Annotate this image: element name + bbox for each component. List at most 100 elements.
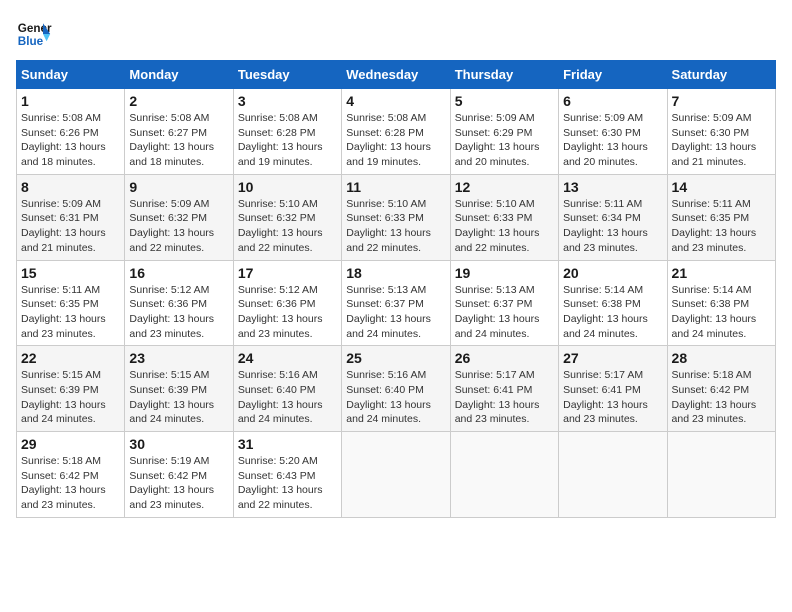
calendar-cell: 14 Sunrise: 5:11 AMSunset: 6:35 PMDayligh…: [667, 174, 775, 260]
calendar-cell: 28 Sunrise: 5:18 AMSunset: 6:42 PMDayligh…: [667, 346, 775, 432]
day-number: 12: [455, 179, 554, 195]
day-info: Sunrise: 5:18 AMSunset: 6:42 PMDaylight:…: [21, 454, 120, 513]
day-number: 27: [563, 350, 662, 366]
day-info: Sunrise: 5:11 AMSunset: 6:34 PMDaylight:…: [563, 197, 662, 256]
day-number: 3: [238, 93, 337, 109]
day-info: Sunrise: 5:08 AMSunset: 6:26 PMDaylight:…: [21, 111, 120, 170]
calendar-table: SundayMondayTuesdayWednesdayThursdayFrid…: [16, 60, 776, 518]
day-number: 21: [672, 265, 771, 281]
day-number: 29: [21, 436, 120, 452]
calendar-header-friday: Friday: [559, 61, 667, 89]
day-number: 23: [129, 350, 228, 366]
calendar-cell: 29 Sunrise: 5:18 AMSunset: 6:42 PMDayligh…: [17, 432, 125, 518]
calendar-cell: 11Sunrise: 5:10 AMSunset: 6:33 PMDayligh…: [342, 174, 450, 260]
day-info: Sunrise: 5:13 AMSunset: 6:37 PMDaylight:…: [346, 283, 445, 342]
day-info: Sunrise: 5:09 AMSunset: 6:31 PMDaylight:…: [21, 197, 120, 256]
day-info: Sunrise: 5:08 AMSunset: 6:28 PMDaylight:…: [238, 111, 337, 170]
calendar-header-row: SundayMondayTuesdayWednesdayThursdayFrid…: [17, 61, 776, 89]
calendar-cell: 13 Sunrise: 5:11 AMSunset: 6:34 PMDayligh…: [559, 174, 667, 260]
day-number: 30: [129, 436, 228, 452]
calendar-cell: 25Sunrise: 5:16 AMSunset: 6:40 PMDayligh…: [342, 346, 450, 432]
calendar-cell: 10Sunrise: 5:10 AMSunset: 6:32 PMDayligh…: [233, 174, 341, 260]
day-info: Sunrise: 5:11 AMSunset: 6:35 PMDaylight:…: [672, 197, 771, 256]
day-number: 22: [21, 350, 120, 366]
calendar-cell: 19 Sunrise: 5:13 AMSunset: 6:37 PMDayligh…: [450, 260, 558, 346]
day-info: Sunrise: 5:09 AMSunset: 6:32 PMDaylight:…: [129, 197, 228, 256]
calendar-cell: [450, 432, 558, 518]
calendar-cell: 21 Sunrise: 5:14 AMSunset: 6:38 PMDayligh…: [667, 260, 775, 346]
day-number: 2: [129, 93, 228, 109]
day-info: Sunrise: 5:09 AMSunset: 6:30 PMDaylight:…: [672, 111, 771, 170]
day-info: Sunrise: 5:17 AMSunset: 6:41 PMDaylight:…: [455, 368, 554, 427]
day-number: 24: [238, 350, 337, 366]
calendar-cell: 24Sunrise: 5:16 AMSunset: 6:40 PMDayligh…: [233, 346, 341, 432]
calendar-cell: 12 Sunrise: 5:10 AMSunset: 6:33 PMDayligh…: [450, 174, 558, 260]
calendar-header-saturday: Saturday: [667, 61, 775, 89]
day-number: 26: [455, 350, 554, 366]
day-number: 17: [238, 265, 337, 281]
day-info: Sunrise: 5:10 AMSunset: 6:33 PMDaylight:…: [346, 197, 445, 256]
page-header: General Blue: [16, 16, 776, 52]
calendar-cell: 30 Sunrise: 5:19 AMSunset: 6:42 PMDayligh…: [125, 432, 233, 518]
calendar-cell: 16Sunrise: 5:12 AMSunset: 6:36 PMDayligh…: [125, 260, 233, 346]
day-info: Sunrise: 5:15 AMSunset: 6:39 PMDaylight:…: [129, 368, 228, 427]
day-number: 25: [346, 350, 445, 366]
day-number: 18: [346, 265, 445, 281]
calendar-cell: 26 Sunrise: 5:17 AMSunset: 6:41 PMDayligh…: [450, 346, 558, 432]
day-number: 8: [21, 179, 120, 195]
day-number: 1: [21, 93, 120, 109]
calendar-cell: 15Sunrise: 5:11 AMSunset: 6:35 PMDayligh…: [17, 260, 125, 346]
calendar-header-tuesday: Tuesday: [233, 61, 341, 89]
logo: General Blue: [16, 16, 52, 52]
calendar-header-thursday: Thursday: [450, 61, 558, 89]
day-info: Sunrise: 5:08 AMSunset: 6:28 PMDaylight:…: [346, 111, 445, 170]
calendar-header-wednesday: Wednesday: [342, 61, 450, 89]
calendar-cell: 4 Sunrise: 5:08 AMSunset: 6:28 PMDaylight…: [342, 89, 450, 175]
calendar-cell: 18 Sunrise: 5:13 AMSunset: 6:37 PMDayligh…: [342, 260, 450, 346]
day-info: Sunrise: 5:13 AMSunset: 6:37 PMDaylight:…: [455, 283, 554, 342]
day-info: Sunrise: 5:09 AMSunset: 6:30 PMDaylight:…: [563, 111, 662, 170]
calendar-cell: 2 Sunrise: 5:08 AMSunset: 6:27 PMDaylight…: [125, 89, 233, 175]
day-info: Sunrise: 5:17 AMSunset: 6:41 PMDaylight:…: [563, 368, 662, 427]
calendar-header-monday: Monday: [125, 61, 233, 89]
logo-icon: General Blue: [16, 16, 52, 52]
day-number: 14: [672, 179, 771, 195]
calendar-cell: 6Sunrise: 5:09 AMSunset: 6:30 PMDaylight…: [559, 89, 667, 175]
calendar-week-1: 1 Sunrise: 5:08 AMSunset: 6:26 PMDaylight…: [17, 89, 776, 175]
day-number: 13: [563, 179, 662, 195]
calendar-cell: 3 Sunrise: 5:08 AMSunset: 6:28 PMDaylight…: [233, 89, 341, 175]
calendar-cell: 27 Sunrise: 5:17 AMSunset: 6:41 PMDayligh…: [559, 346, 667, 432]
day-info: Sunrise: 5:18 AMSunset: 6:42 PMDaylight:…: [672, 368, 771, 427]
calendar-cell: 23 Sunrise: 5:15 AMSunset: 6:39 PMDayligh…: [125, 346, 233, 432]
calendar-cell: 17 Sunrise: 5:12 AMSunset: 6:36 PMDayligh…: [233, 260, 341, 346]
calendar-cell: 5Sunrise: 5:09 AMSunset: 6:29 PMDaylight…: [450, 89, 558, 175]
day-info: Sunrise: 5:12 AMSunset: 6:36 PMDaylight:…: [238, 283, 337, 342]
day-info: Sunrise: 5:14 AMSunset: 6:38 PMDaylight:…: [672, 283, 771, 342]
calendar-cell: 20Sunrise: 5:14 AMSunset: 6:38 PMDayligh…: [559, 260, 667, 346]
calendar-week-3: 15Sunrise: 5:11 AMSunset: 6:35 PMDayligh…: [17, 260, 776, 346]
svg-text:Blue: Blue: [18, 35, 44, 48]
calendar-week-4: 22 Sunrise: 5:15 AMSunset: 6:39 PMDayligh…: [17, 346, 776, 432]
day-info: Sunrise: 5:20 AMSunset: 6:43 PMDaylight:…: [238, 454, 337, 513]
calendar-cell: 9 Sunrise: 5:09 AMSunset: 6:32 PMDaylight…: [125, 174, 233, 260]
day-number: 28: [672, 350, 771, 366]
day-info: Sunrise: 5:14 AMSunset: 6:38 PMDaylight:…: [563, 283, 662, 342]
calendar-header-sunday: Sunday: [17, 61, 125, 89]
calendar-cell: 8 Sunrise: 5:09 AMSunset: 6:31 PMDaylight…: [17, 174, 125, 260]
calendar-cell: 22 Sunrise: 5:15 AMSunset: 6:39 PMDayligh…: [17, 346, 125, 432]
day-number: 31: [238, 436, 337, 452]
day-number: 5: [455, 93, 554, 109]
day-info: Sunrise: 5:15 AMSunset: 6:39 PMDaylight:…: [21, 368, 120, 427]
day-info: Sunrise: 5:08 AMSunset: 6:27 PMDaylight:…: [129, 111, 228, 170]
calendar-cell: [667, 432, 775, 518]
day-info: Sunrise: 5:10 AMSunset: 6:33 PMDaylight:…: [455, 197, 554, 256]
calendar-cell: 31 Sunrise: 5:20 AMSunset: 6:43 PMDayligh…: [233, 432, 341, 518]
calendar-cell: 1 Sunrise: 5:08 AMSunset: 6:26 PMDaylight…: [17, 89, 125, 175]
day-number: 19: [455, 265, 554, 281]
day-info: Sunrise: 5:19 AMSunset: 6:42 PMDaylight:…: [129, 454, 228, 513]
day-number: 10: [238, 179, 337, 195]
day-number: 9: [129, 179, 228, 195]
calendar-week-5: 29 Sunrise: 5:18 AMSunset: 6:42 PMDayligh…: [17, 432, 776, 518]
day-number: 4: [346, 93, 445, 109]
day-number: 16: [129, 265, 228, 281]
